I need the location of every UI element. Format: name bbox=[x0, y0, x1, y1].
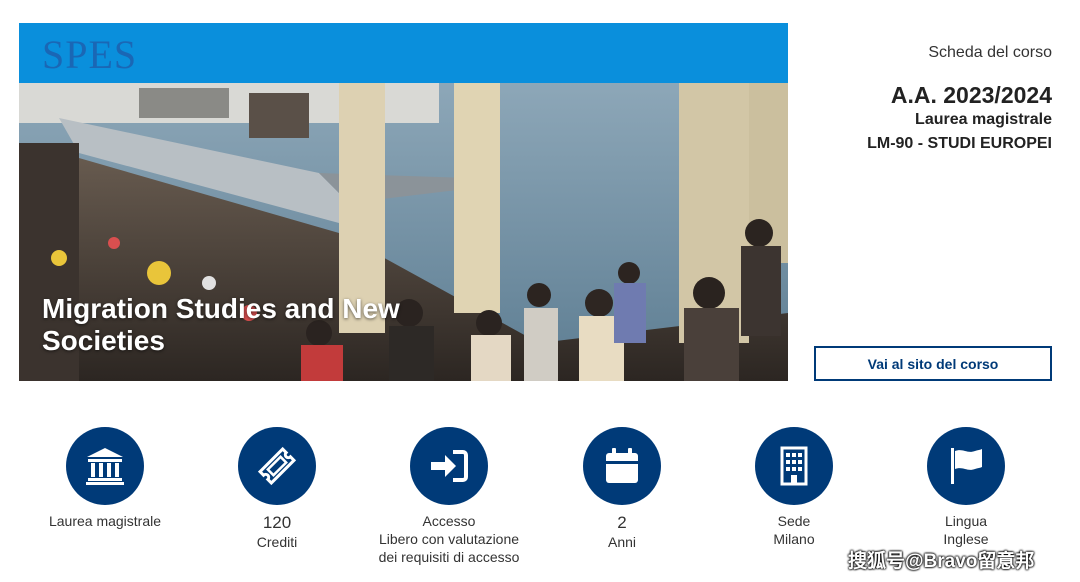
access-type: Libero con valutazione bbox=[378, 531, 520, 547]
hero-brand-bar: SPES bbox=[19, 23, 788, 83]
location-title: Sede bbox=[777, 513, 811, 529]
sign-in-icon bbox=[410, 427, 488, 505]
course-title: Migration Studies and New Societies bbox=[42, 293, 400, 356]
feature-access: Accesso Libero con valutazione dei requi… bbox=[354, 427, 544, 566]
academic-year: A.A. 2023/2024 bbox=[890, 82, 1052, 108]
course-code: LM-90 - STUDI EUROPEI bbox=[867, 135, 1052, 152]
course-hero: SPES Migration Studies and New Societies bbox=[19, 23, 788, 381]
access-title: Accesso bbox=[422, 513, 476, 529]
course-info-panel: Scheda del corso A.A. 2023/2024 Laurea m… bbox=[792, 44, 1052, 153]
language-title: Lingua bbox=[944, 513, 988, 529]
feature-location: Sede Milano bbox=[699, 427, 889, 548]
degree-type: Laurea magistrale bbox=[915, 111, 1052, 128]
panel-subtitle: Scheda del corso bbox=[928, 44, 1052, 61]
feature-credits: 120 Crediti bbox=[182, 427, 372, 551]
calendar-icon bbox=[583, 427, 661, 505]
access-requirements: dei requisiti di accesso bbox=[378, 549, 520, 565]
course-site-button[interactable]: Vai al sito del corso bbox=[814, 346, 1052, 381]
credits-label: Crediti bbox=[256, 534, 298, 550]
building-icon bbox=[755, 427, 833, 505]
feature-label: Laurea magistrale bbox=[48, 513, 162, 529]
watermark-text: 搜狐号@Bravo留意邦 bbox=[848, 551, 1035, 572]
university-icon bbox=[66, 427, 144, 505]
feature-degree: Laurea magistrale bbox=[10, 427, 200, 530]
ticket-icon bbox=[238, 427, 316, 505]
credits-value: 120 bbox=[262, 513, 292, 532]
duration-label: Anni bbox=[607, 534, 637, 550]
duration-value: 2 bbox=[617, 513, 627, 532]
feature-language: Lingua Inglese bbox=[871, 427, 1061, 548]
feature-duration: 2 Anni bbox=[527, 427, 717, 551]
flag-icon bbox=[927, 427, 1005, 505]
spes-logo: SPES bbox=[42, 32, 138, 77]
